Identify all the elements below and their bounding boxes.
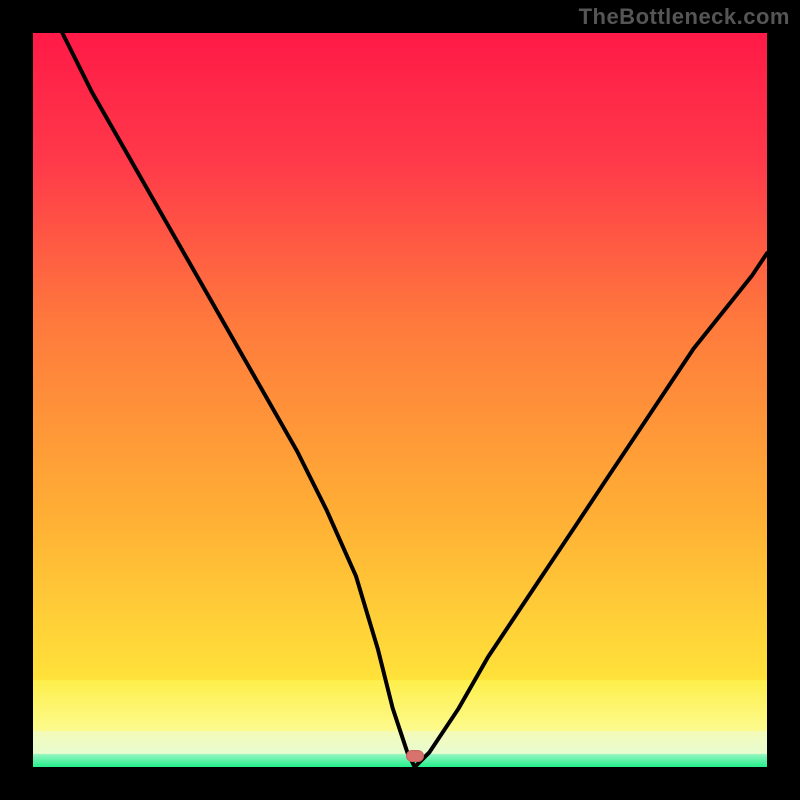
plot-area — [33, 33, 767, 767]
watermark-text: TheBottleneck.com — [579, 4, 790, 30]
bottleneck-curve — [33, 33, 767, 767]
chart-frame: TheBottleneck.com — [0, 0, 800, 800]
optimal-point-marker — [406, 750, 424, 762]
